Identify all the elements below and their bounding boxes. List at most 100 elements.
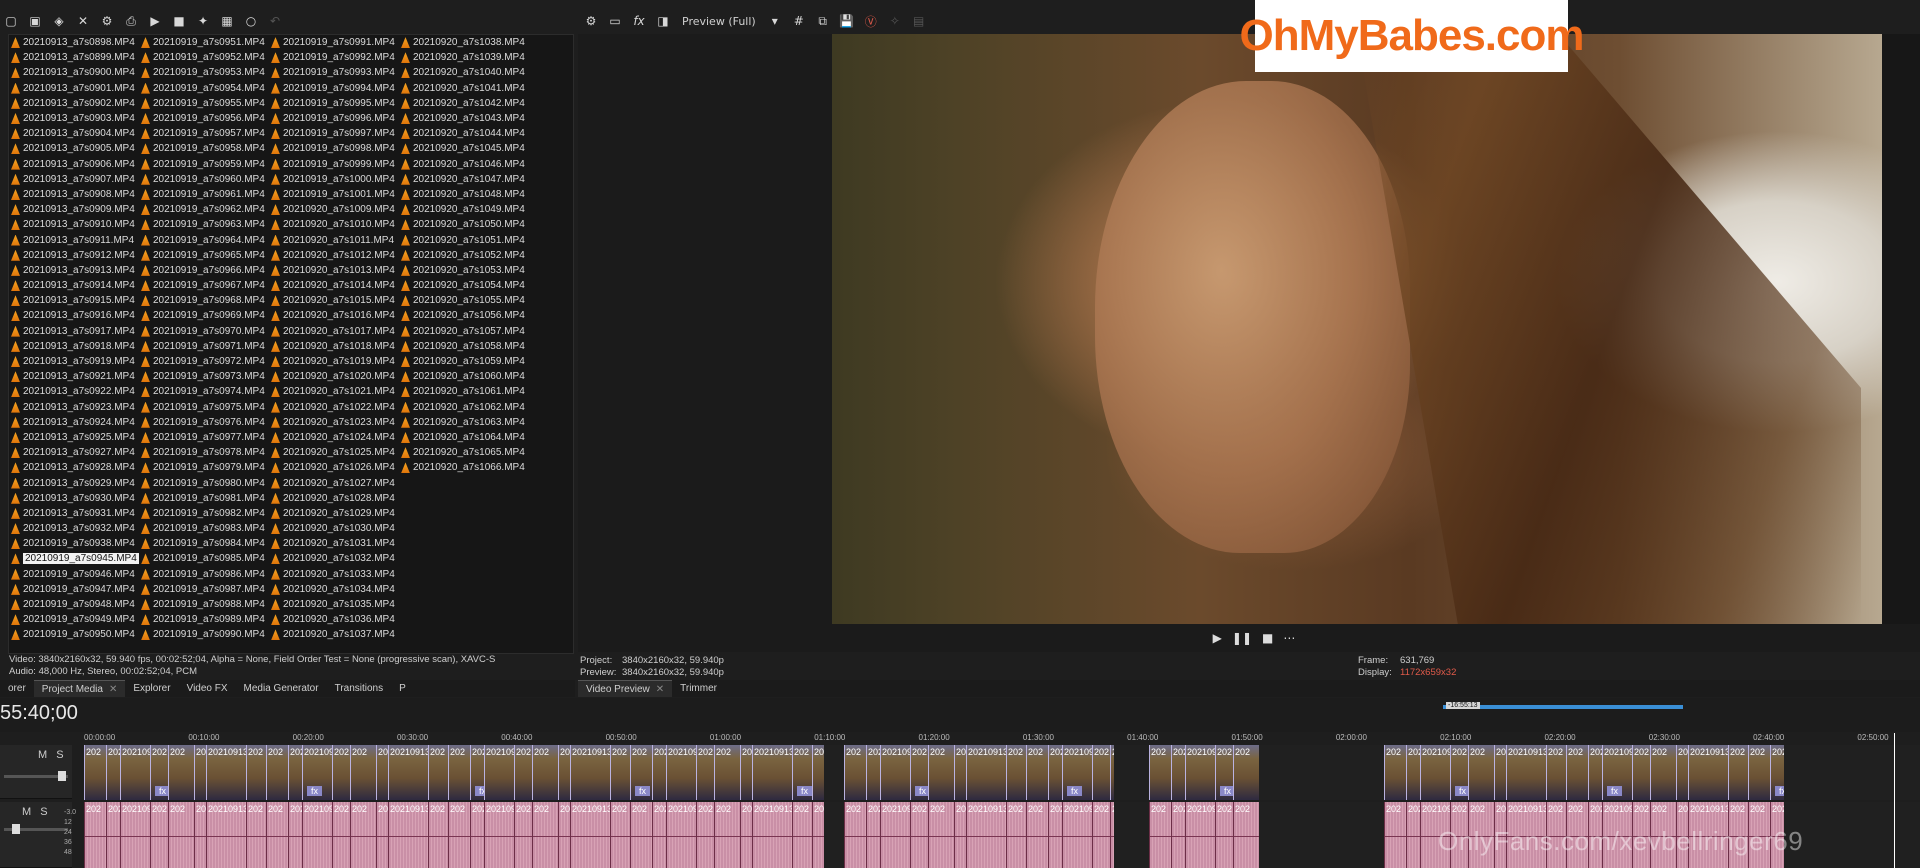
- video-clip[interactable]: 202: [610, 745, 630, 800]
- file-item[interactable]: 20210919_a7s0964.MP4: [141, 232, 271, 247]
- audio-clip[interactable]: 202: [288, 802, 302, 868]
- file-item[interactable]: 20210919_a7s0965.MP4: [141, 248, 271, 263]
- file-item[interactable]: 20210920_a7s1028.MP4: [271, 491, 401, 506]
- file-item[interactable]: 20210920_a7s1009.MP4: [271, 202, 401, 217]
- file-item[interactable]: 20210919_a7s0987.MP4: [141, 582, 271, 597]
- playhead[interactable]: [1894, 733, 1895, 868]
- file-item[interactable]: 20210920_a7s1045.MP4: [401, 141, 531, 156]
- video-clip[interactable]: 202: [514, 745, 532, 800]
- preview-settings-icon[interactable]: ⚙: [582, 12, 600, 30]
- audio-clip[interactable]: 202: [910, 802, 928, 868]
- close-icon[interactable]: ✕: [656, 684, 664, 695]
- file-item[interactable]: 20210919_a7s0947.MP4: [11, 582, 141, 597]
- file-item[interactable]: 20210920_a7s1064.MP4: [401, 430, 531, 445]
- file-item[interactable]: 20210920_a7s1017.MP4: [271, 324, 401, 339]
- play-icon[interactable]: ▶: [146, 12, 164, 30]
- file-item[interactable]: 20210919_a7s0990.MP4: [141, 627, 271, 642]
- tab-video-fx[interactable]: Video FX: [179, 680, 236, 697]
- file-item[interactable]: 20210919_a7s0956.MP4: [141, 111, 271, 126]
- audio-clip[interactable]: 202: [168, 802, 194, 868]
- file-item[interactable]: 20210920_a7s1055.MP4: [401, 293, 531, 308]
- fx-badge[interactable]: fx: [1220, 786, 1233, 796]
- close-icon[interactable]: ✕: [109, 684, 117, 695]
- file-item[interactable]: 20210920_a7s1051.MP4: [401, 232, 531, 247]
- file-item[interactable]: 20210919_a7s0983.MP4: [141, 521, 271, 536]
- file-item[interactable]: 20210920_a7s1036.MP4: [271, 612, 401, 627]
- properties-icon[interactable]: ⚙: [98, 12, 116, 30]
- video-clip[interactable]: 20210913 fx: [1602, 745, 1632, 800]
- file-item[interactable]: 20210913_a7s0932.MP4: [11, 521, 141, 536]
- video-clip[interactable]: 202: [844, 745, 866, 800]
- video-clip[interactable]: 20210913: [880, 745, 910, 800]
- audio-clip[interactable]: 202: [470, 802, 484, 868]
- audio-clip[interactable]: 202: [376, 802, 388, 868]
- file-item[interactable]: 20210913_a7s0927.MP4: [11, 445, 141, 460]
- audio-clip[interactable]: 202: [558, 802, 570, 868]
- file-item[interactable]: 20210920_a7s1050.MP4: [401, 217, 531, 232]
- video-clip[interactable]: 202: [1048, 745, 1062, 800]
- video-clip[interactable]: 202 fx: [150, 745, 168, 800]
- fx-badge[interactable]: fx: [1775, 786, 1784, 796]
- file-item[interactable]: 20210919_a7s0970.MP4: [141, 324, 271, 339]
- close-icon[interactable]: ✕: [74, 12, 92, 30]
- video-clip[interactable]: 20210913: [966, 745, 1006, 800]
- video-clip[interactable]: 20210913: [1506, 745, 1546, 800]
- audio-clip[interactable]: 202: [514, 802, 532, 868]
- file-item[interactable]: 20210920_a7s1047.MP4: [401, 172, 531, 187]
- file-item[interactable]: 20210913_a7s0906.MP4: [11, 157, 141, 172]
- file-item[interactable]: 20210913_a7s0925.MP4: [11, 430, 141, 445]
- solo-button[interactable]: S: [56, 749, 63, 761]
- fx-badge[interactable]: fx: [797, 786, 812, 796]
- video-track[interactable]: 20220220210913202fx202202202109132022022…: [84, 745, 1920, 800]
- video-clip[interactable]: 202: [1748, 745, 1770, 800]
- audio-clip[interactable]: 20210913: [752, 802, 792, 868]
- audio-clip[interactable]: 202: [428, 802, 448, 868]
- video-clip[interactable]: 202: [84, 745, 106, 800]
- file-item[interactable]: 20210919_a7s0982.MP4: [141, 506, 271, 521]
- zoom-icon[interactable]: ○: [242, 12, 260, 30]
- file-item[interactable]: 20210919_a7s0946.MP4: [11, 567, 141, 582]
- video-clip[interactable]: 20210913: [484, 745, 514, 800]
- tab-explorer[interactable]: Explorer: [125, 680, 178, 697]
- preview-quality-dropdown[interactable]: Preview (Full): [678, 15, 760, 28]
- video-clip[interactable]: 20210913 fx: [302, 745, 332, 800]
- file-item[interactable]: 20210913_a7s0915.MP4: [11, 293, 141, 308]
- file-item[interactable]: 20210919_a7s0967.MP4: [141, 278, 271, 293]
- slider-knob[interactable]: [58, 771, 66, 781]
- audio-clip[interactable]: 20210913: [666, 802, 696, 868]
- fx-badge[interactable]: fx: [915, 786, 928, 796]
- audio-clip[interactable]: 202: [1171, 802, 1185, 868]
- audio-clip[interactable]: 202: [266, 802, 288, 868]
- audio-clip[interactable]: 202: [532, 802, 558, 868]
- file-item[interactable]: 20210913_a7s0919.MP4: [11, 354, 141, 369]
- video-clip[interactable]: 202: [266, 745, 288, 800]
- video-clip[interactable]: 202 fx: [1450, 745, 1468, 800]
- file-item[interactable]: 20210919_a7s0955.MP4: [141, 96, 271, 111]
- video-clip[interactable]: 202: [246, 745, 266, 800]
- video-clip[interactable]: 202: [168, 745, 194, 800]
- video-clip[interactable]: 202: [332, 745, 350, 800]
- file-item[interactable]: 20210919_a7s0994.MP4: [271, 81, 401, 96]
- overlay-icon[interactable]: ✧: [886, 12, 904, 30]
- file-item[interactable]: 20210920_a7s1044.MP4: [401, 126, 531, 141]
- video-clip[interactable]: 202: [954, 745, 966, 800]
- file-item[interactable]: 20210913_a7s0905.MP4: [11, 141, 141, 156]
- audio-clip[interactable]: 202: [246, 802, 266, 868]
- video-clip[interactable]: 202: [1546, 745, 1566, 800]
- fx-badge[interactable]: fx: [1455, 786, 1468, 796]
- file-item[interactable]: 20210920_a7s1016.MP4: [271, 308, 401, 323]
- file-item[interactable]: 20210920_a7s1046.MP4: [401, 157, 531, 172]
- tab-media-generator[interactable]: Media Generator: [236, 680, 327, 697]
- file-item[interactable]: 20210920_a7s1030.MP4: [271, 521, 401, 536]
- file-item[interactable]: 20210913_a7s0917.MP4: [11, 324, 141, 339]
- file-item[interactable]: 20210919_a7s0949.MP4: [11, 612, 141, 627]
- file-item[interactable]: 20210919_a7s0980.MP4: [141, 475, 271, 490]
- file-item[interactable]: 20210913_a7s0903.MP4: [11, 111, 141, 126]
- file-item[interactable]: 20210920_a7s1034.MP4: [271, 582, 401, 597]
- file-item[interactable]: 20210919_a7s0997.MP4: [271, 126, 401, 141]
- fx-badge[interactable]: fx: [1607, 786, 1623, 796]
- file-item[interactable]: 20210913_a7s0909.MP4: [11, 202, 141, 217]
- solo-button[interactable]: S: [40, 806, 47, 818]
- file-item[interactable]: 20210919_a7s0976.MP4: [141, 415, 271, 430]
- video-clip[interactable]: 20210913: [1688, 745, 1728, 800]
